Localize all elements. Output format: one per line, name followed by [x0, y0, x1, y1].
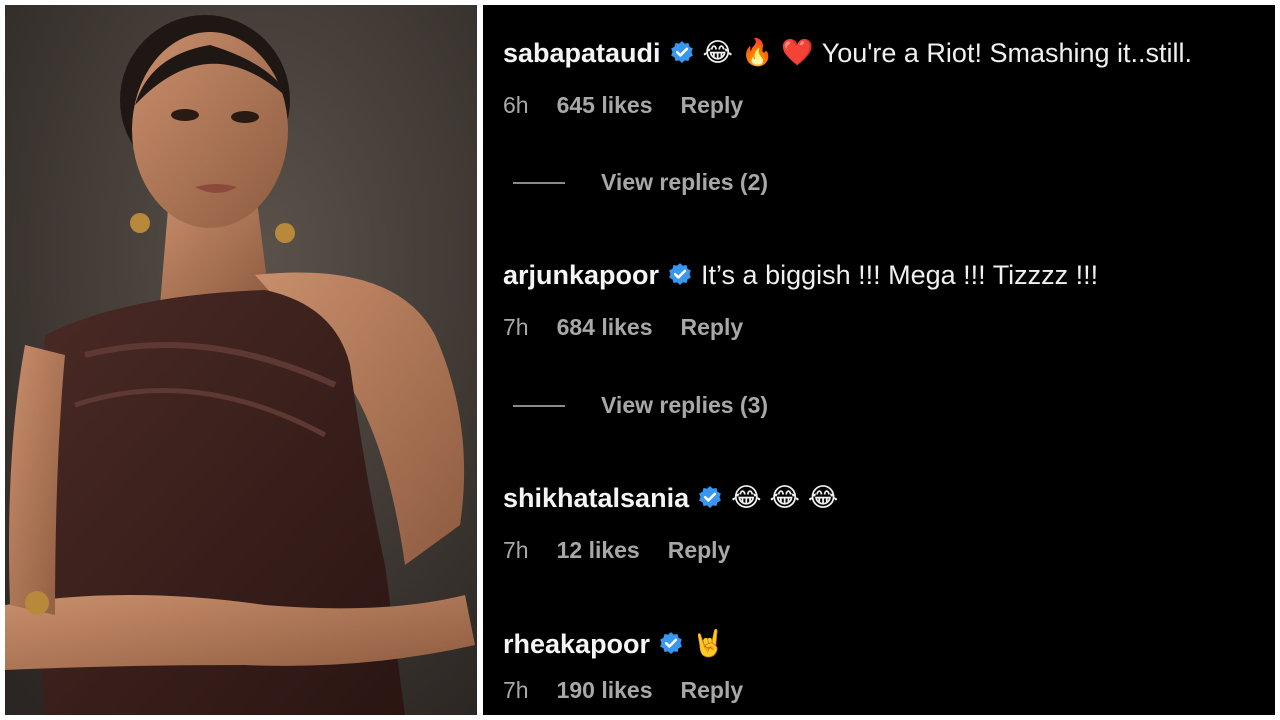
timestamp: 7h: [503, 314, 529, 340]
comment-body: You're a Riot! Smashing it..still.: [821, 38, 1193, 68]
fire-emoji: 🔥: [740, 38, 774, 68]
likes-count[interactable]: 684 likes: [557, 314, 653, 341]
view-replies-label: View replies (3): [601, 392, 769, 418]
comment-meta: 7h 190 likes Reply: [503, 677, 1265, 704]
comment-text: 😂 😂 😂: [731, 481, 838, 515]
tears-of-joy-emoji: 😂: [769, 483, 800, 513]
timestamp: 6h: [503, 92, 529, 118]
tears-of-joy-emoji: 😂: [702, 38, 733, 68]
comment-text: 🤘: [692, 627, 724, 661]
thread-line: [513, 404, 565, 407]
tears-of-joy-emoji: 😂: [731, 483, 762, 513]
comment-arjunkapoor: arjunkapoor It’s a biggish !!! Mega !!! …: [503, 258, 1265, 341]
comment-text: It’s a biggish !!! Mega !!! Tizzzz !!!: [701, 258, 1098, 292]
username[interactable]: shikhatalsania: [503, 481, 689, 515]
sign-of-horns-emoji: 🤘: [692, 629, 725, 659]
username[interactable]: arjunkapoor: [503, 258, 659, 292]
comment-meta: 7h 684 likes Reply: [503, 314, 1265, 341]
view-replies-label: View replies (2): [601, 169, 769, 195]
comment-meta: 6h 645 likes Reply: [503, 92, 1265, 119]
username[interactable]: rheakapoor: [503, 627, 650, 661]
verified-badge-icon: [660, 632, 682, 654]
likes-count[interactable]: 12 likes: [557, 537, 640, 564]
comments-panel: sabapataudi 😂 🔥 ❤️ You're a Riot! Smashi…: [483, 5, 1275, 715]
comment-header: shikhatalsania 😂 😂 😂: [503, 481, 1265, 515]
verified-badge-icon: [699, 486, 721, 508]
portrait-illustration: [5, 5, 477, 715]
comment-header: sabapataudi 😂 🔥 ❤️ You're a Riot! Smashi…: [503, 36, 1265, 70]
comment-header: rheakapoor 🤘: [503, 627, 1265, 661]
view-replies-button[interactable]: View replies (3): [513, 392, 768, 419]
likes-count[interactable]: 645 likes: [557, 92, 653, 119]
comment-meta: 7h 12 likes Reply: [503, 537, 1265, 564]
reply-button[interactable]: Reply: [681, 314, 744, 341]
comment-shikhatalsania: shikhatalsania 😂 😂 😂 7h 12 likes Reply: [503, 481, 1265, 564]
username[interactable]: sabapataudi: [503, 36, 661, 70]
comment-rheakapoor: rheakapoor 🤘 7h 190 likes Reply: [503, 627, 1265, 704]
view-replies-button[interactable]: View replies (2): [513, 169, 768, 196]
comment-sabapataudi: sabapataudi 😂 🔥 ❤️ You're a Riot! Smashi…: [503, 36, 1265, 119]
thread-line: [513, 181, 565, 184]
comment-text: 😂 🔥 ❤️ You're a Riot! Smashing it..still…: [703, 36, 1192, 70]
red-heart-emoji: ❤️: [781, 38, 814, 68]
reply-button[interactable]: Reply: [668, 537, 731, 564]
portrait-photo: [5, 5, 477, 715]
timestamp: 7h: [503, 537, 529, 563]
tears-of-joy-emoji: 😂: [807, 483, 839, 513]
comment-body: It’s a biggish !!! Mega !!! Tizzzz !!!: [701, 260, 1099, 290]
reply-button[interactable]: Reply: [681, 677, 744, 704]
reply-button[interactable]: Reply: [681, 92, 744, 119]
likes-count[interactable]: 190 likes: [557, 677, 653, 704]
verified-badge-icon: [669, 263, 691, 285]
comment-header: arjunkapoor It’s a biggish !!! Mega !!! …: [503, 258, 1265, 292]
timestamp: 7h: [503, 677, 529, 703]
verified-badge-icon: [670, 41, 693, 63]
